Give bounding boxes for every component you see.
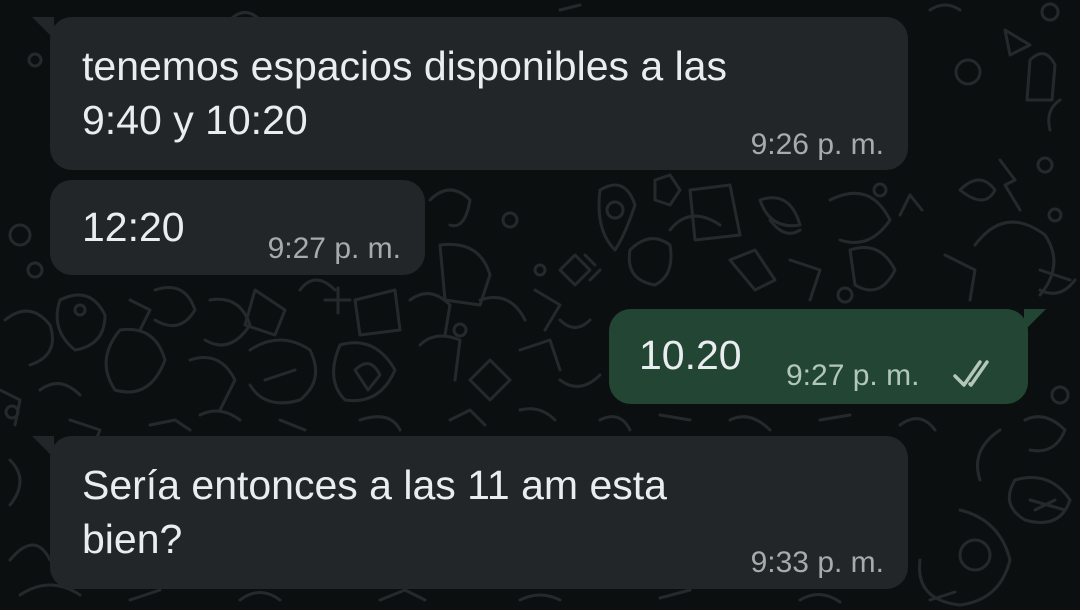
message-bubble-incoming[interactable]: tenemos espacios disponibles a las 9:40 … bbox=[32, 17, 908, 170]
message-bubble-incoming[interactable]: 12:20 9:27 p. m. bbox=[50, 180, 425, 275]
message-text: 12:20 bbox=[82, 204, 185, 250]
message-timestamp: 9:27 p. m. bbox=[786, 359, 920, 392]
double-check-icon bbox=[953, 360, 989, 387]
message-bubble-outgoing[interactable]: 10.20 9:27 p. m. bbox=[609, 309, 1046, 404]
message-timestamp: 9:27 p. m. bbox=[267, 232, 401, 265]
message-timestamp: 9:33 p. m. bbox=[750, 546, 884, 579]
message-timestamp: 9:26 p. m. bbox=[750, 128, 884, 161]
chat-conversation: tenemos espacios disponibles a las 9:40 … bbox=[0, 0, 1080, 610]
message-text: 10.20 bbox=[639, 332, 742, 378]
message-bubble-incoming[interactable]: Sería entonces a las 11 am esta bien? 9:… bbox=[32, 436, 908, 589]
